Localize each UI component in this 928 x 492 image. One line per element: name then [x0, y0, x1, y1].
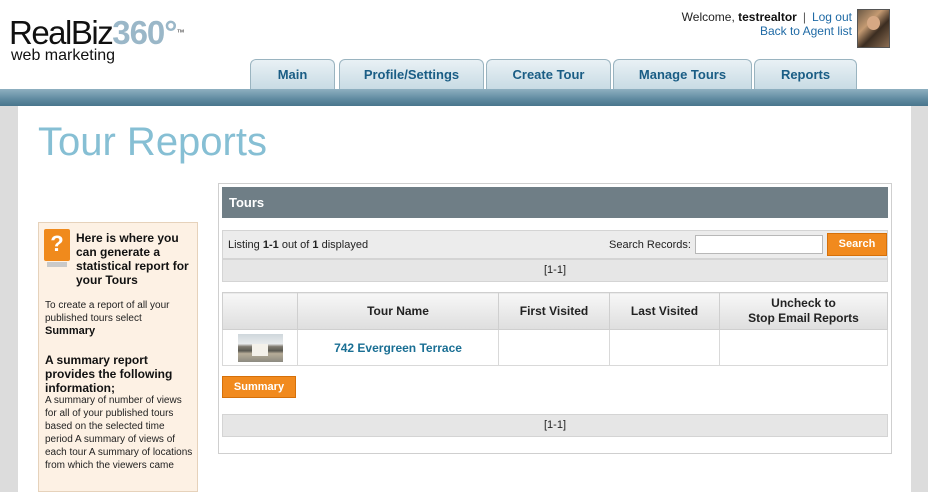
column-header-first-visited: First Visited — [498, 292, 610, 330]
help-heading: Here is where you can generate a statist… — [76, 231, 189, 287]
separator: | — [802, 10, 806, 24]
brand-wordmark: RealBiz360°™ — [9, 16, 184, 50]
back-to-agent-list-link[interactable]: Back to Agent list — [760, 24, 852, 38]
help-instructions: To create a report of all your published… — [45, 299, 195, 338]
listing-toolbar: Listing 1-1 out of 1 displayed Search Re… — [222, 230, 888, 259]
house-photo-thumbnail[interactable] — [237, 333, 283, 362]
brand-name: RealBiz — [9, 14, 114, 51]
logo[interactable]: RealBiz360°™ web marketing — [9, 16, 184, 64]
thumbnail-cell — [222, 329, 298, 366]
table-row: 742 Evergreen Terrace — [222, 329, 888, 366]
last-visited-cell — [609, 329, 720, 366]
column-header-tour-name: Tour Name — [297, 292, 499, 330]
tour-name-link[interactable]: 742 Evergreen Terrace — [334, 341, 462, 355]
listing-status: Listing 1-1 out of 1 displayed — [228, 239, 368, 251]
header: RealBiz360°™ web marketing Welcome, test… — [0, 0, 928, 90]
tours-panel: Tours Listing 1-1 out of 1 displayed Sea… — [218, 183, 892, 454]
brand-number: 360° — [112, 14, 177, 51]
listing-prefix: Listing — [228, 239, 263, 251]
listing-suffix: displayed — [318, 239, 369, 251]
tab-manage-tours[interactable]: Manage Tours — [613, 59, 752, 89]
column-header-last-visited: Last Visited — [609, 292, 720, 330]
header-divider-bar — [0, 89, 928, 106]
listing-middle: out of — [278, 239, 313, 251]
first-visited-cell — [498, 329, 610, 366]
email-reports-cell — [719, 329, 888, 366]
help-sub-heading: A summary report provides the following … — [45, 353, 173, 395]
tours-table: Tour Name First Visited Last Visited Unc… — [222, 292, 888, 366]
welcome-text: Welcome, — [681, 10, 739, 24]
logout-link[interactable]: Log out — [812, 10, 852, 24]
table-header-row: Tour Name First Visited Last Visited Unc… — [222, 292, 888, 330]
help-instructions-text: To create a report of all your published… — [45, 300, 170, 324]
column-header-email-reports: Uncheck to Stop Email Reports — [719, 292, 888, 330]
question-icon: ? — [44, 229, 70, 267]
pager-bottom[interactable]: [1-1] — [222, 414, 888, 437]
listing-range: 1-1 — [262, 239, 279, 251]
tours-panel-title: Tours — [222, 187, 888, 218]
avatar — [857, 9, 890, 48]
tab-create-tour[interactable]: Create Tour — [486, 59, 611, 89]
help-summary-description: A summary of number of views for all of … — [45, 395, 193, 471]
tab-profile-settings[interactable]: Profile/Settings — [339, 59, 484, 89]
search-input[interactable] — [695, 235, 823, 254]
tab-reports[interactable]: Reports — [754, 59, 857, 89]
summary-button[interactable]: Summary — [222, 376, 296, 398]
help-instructions-strong: Summary — [45, 325, 96, 337]
username: testrealtor — [738, 10, 797, 24]
help-box: ? Here is where you can generate a stati… — [38, 222, 198, 492]
page-title: Tour Reports — [38, 120, 267, 164]
tab-main[interactable]: Main — [250, 59, 335, 89]
search-button[interactable]: Search — [827, 233, 887, 256]
search-label: Search Records: — [609, 239, 691, 251]
pager-top[interactable]: [1-1] — [222, 259, 888, 282]
user-box: Welcome, testrealtor | Log out Back to Age… — [682, 10, 852, 38]
trademark: ™ — [176, 28, 185, 37]
column-header-thumbnail — [222, 292, 298, 330]
tour-name-cell: 742 Evergreen Terrace — [297, 329, 499, 366]
